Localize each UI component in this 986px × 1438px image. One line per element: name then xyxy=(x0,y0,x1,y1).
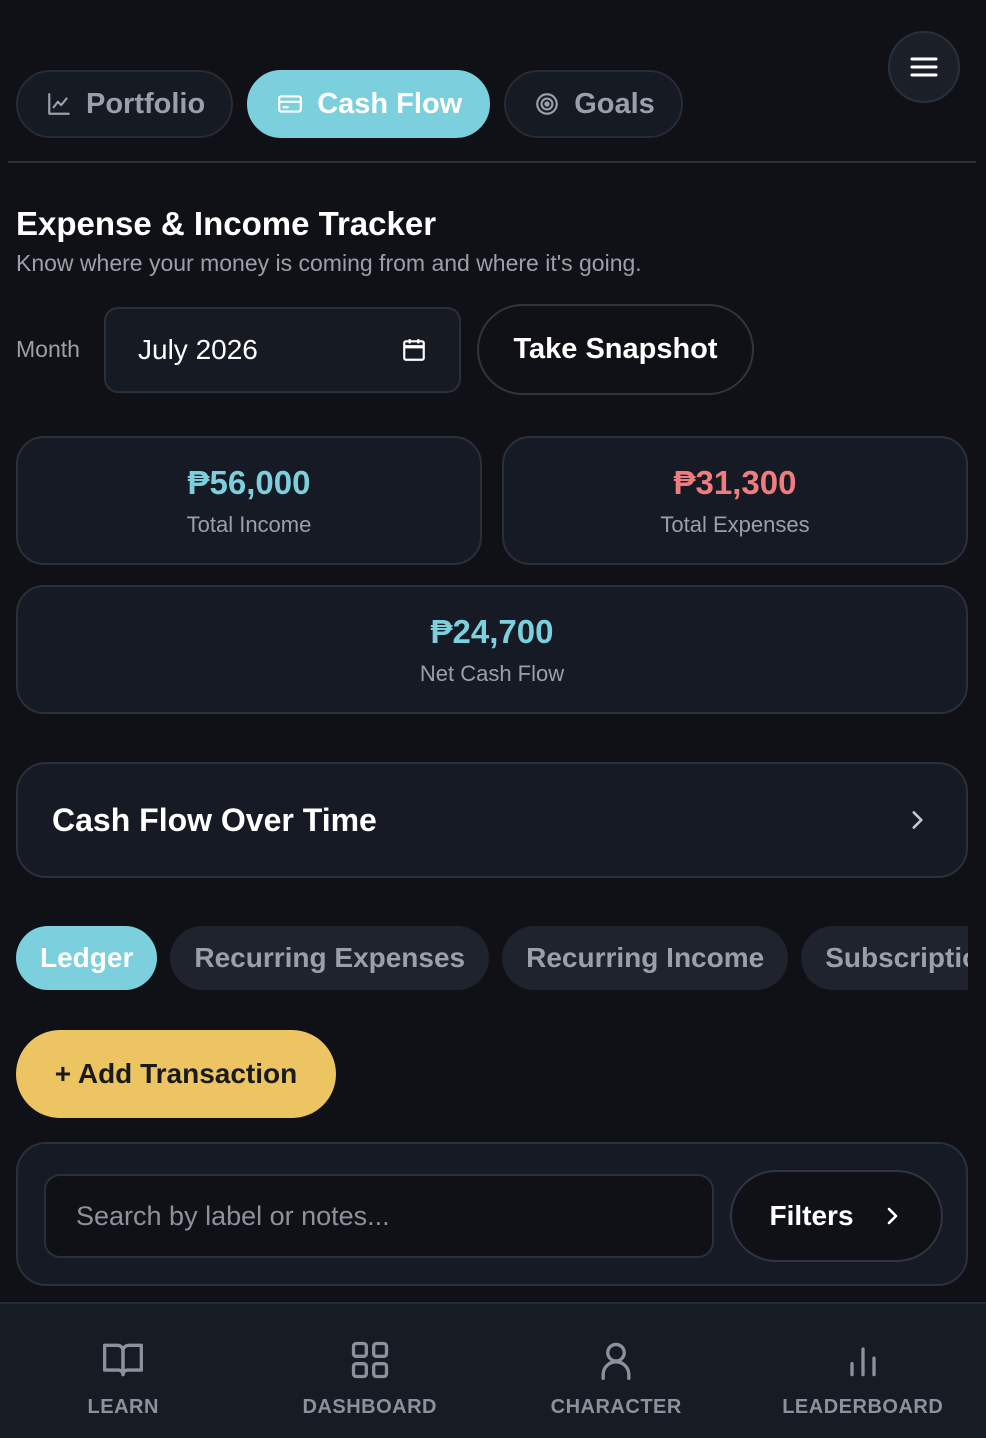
total-income-label: Total Income xyxy=(186,511,312,537)
cash-flow-page: Portfolio Cash Flow Goals Expense & Inco… xyxy=(0,0,986,1438)
take-snapshot-button[interactable]: Take Snapshot xyxy=(477,304,754,395)
page-subtitle: Know where your money is coming from and… xyxy=(16,250,642,276)
wallet-icon xyxy=(278,95,303,113)
nav-leaderboard[interactable]: LEADERBOARD xyxy=(740,1304,986,1438)
tab-cash-flow[interactable]: Cash Flow xyxy=(247,70,491,138)
total-income-card: ₱56,000 Total Income xyxy=(16,436,482,565)
bottom-nav: LEARN DASHBOARD CHARACTER LEADERBOARD xyxy=(0,1302,986,1438)
nav-leaderboard-label: LEADERBOARD xyxy=(782,1396,944,1418)
tab-goals-label: Goals xyxy=(574,87,655,120)
add-transaction-label: + Add Transaction xyxy=(54,1058,298,1089)
tab-recurring-income[interactable]: Recurring Income xyxy=(502,926,789,990)
bar-chart-icon xyxy=(850,1347,876,1377)
month-value: July 2026 xyxy=(138,334,258,365)
target-icon xyxy=(536,93,559,115)
nav-learn[interactable]: LEARN xyxy=(0,1304,247,1438)
header-divider xyxy=(8,161,976,163)
total-expenses-card: ₱31,300 Total Expenses xyxy=(502,436,968,565)
tab-portfolio[interactable]: Portfolio xyxy=(16,70,234,138)
chevron-right-icon xyxy=(912,811,923,829)
tab-subscriptions[interactable]: Subscriptions xyxy=(801,926,968,990)
nav-dashboard-label: DASHBOARD xyxy=(302,1396,437,1418)
add-transaction-button[interactable]: + Add Transaction xyxy=(16,1030,336,1118)
month-picker[interactable]: July 2026 xyxy=(104,307,461,393)
total-expenses-label: Total Expenses xyxy=(660,511,810,537)
filters-label: Filters xyxy=(769,1200,854,1231)
nav-learn-label: LEARN xyxy=(87,1396,159,1418)
menu-button[interactable] xyxy=(888,31,960,103)
nav-character-label: CHARACTER xyxy=(550,1396,682,1418)
total-expenses-value: ₱31,300 xyxy=(673,463,797,501)
take-snapshot-label: Take Snapshot xyxy=(513,333,718,365)
chart-line-icon xyxy=(48,93,70,115)
search-card: Filters xyxy=(16,1142,968,1286)
tab-goals[interactable]: Goals xyxy=(504,70,683,138)
book-icon xyxy=(103,1343,144,1377)
total-income-value: ₱56,000 xyxy=(187,463,311,501)
top-tab-bar: Portfolio Cash Flow Goals xyxy=(16,70,683,138)
cash-flow-over-time-card[interactable]: Cash Flow Over Time xyxy=(16,762,968,878)
filters-button[interactable]: Filters xyxy=(730,1170,943,1262)
net-cash-flow-label: Net Cash Flow xyxy=(419,660,565,686)
calendar-icon[interactable] xyxy=(401,337,427,363)
grid-icon xyxy=(351,1341,388,1379)
cash-flow-over-time-title: Cash Flow Over Time xyxy=(52,801,377,838)
tab-cash-flow-label: Cash Flow xyxy=(317,87,463,120)
nav-dashboard[interactable]: DASHBOARD xyxy=(247,1304,494,1438)
chevron-right-icon xyxy=(887,1207,897,1225)
net-cash-flow-card: ₱24,700 Net Cash Flow xyxy=(16,585,968,714)
page-title: Expense & Income Tracker xyxy=(16,205,437,242)
tab-portfolio-label: Portfolio xyxy=(86,87,206,120)
tab-recurring-expenses[interactable]: Recurring Expenses xyxy=(170,926,490,990)
hamburger-menu-icon xyxy=(910,57,938,77)
month-label: Month xyxy=(16,336,80,362)
tab-ledger[interactable]: Ledger xyxy=(16,926,158,990)
sub-tab-bar[interactable]: Ledger Recurring Expenses Recurring Inco… xyxy=(16,926,968,990)
person-icon xyxy=(601,1342,631,1380)
net-cash-flow-value: ₱24,700 xyxy=(430,612,554,650)
nav-character[interactable]: CHARACTER xyxy=(493,1304,740,1438)
search-input[interactable] xyxy=(44,1174,714,1258)
